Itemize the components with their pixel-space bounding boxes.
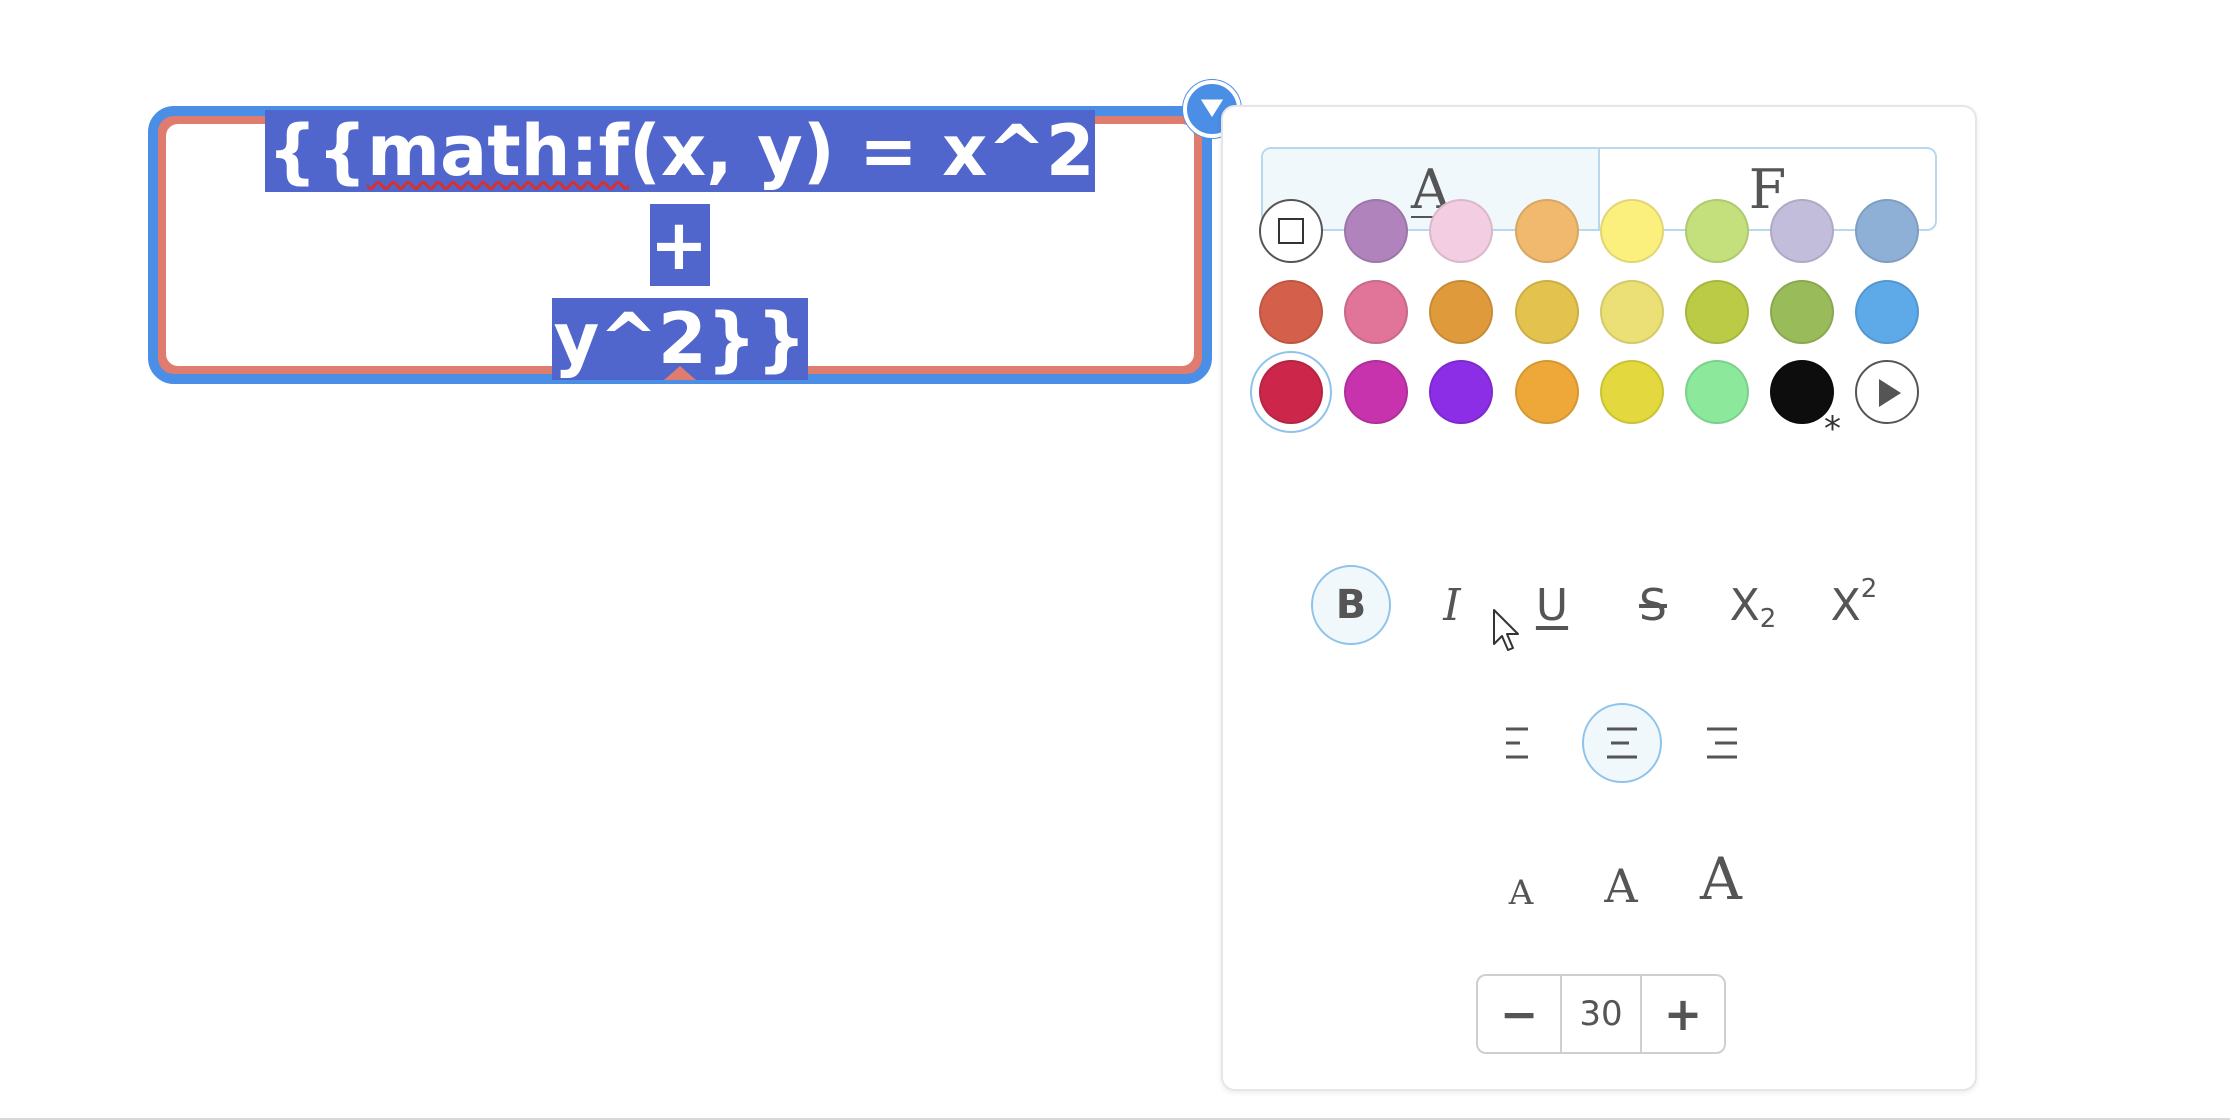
align-center-icon xyxy=(1607,727,1637,759)
strikethrough-label: S xyxy=(1639,579,1667,631)
font-size-stepper: − 30 + xyxy=(1476,974,1726,1054)
color-swatch[interactable] xyxy=(1344,280,1408,344)
subscript-button[interactable]: X2 xyxy=(1713,565,1793,645)
superscript-label: X xyxy=(1830,579,1861,631)
color-swatch[interactable] xyxy=(1685,360,1749,424)
color-swatch[interactable] xyxy=(1770,199,1834,263)
align-left-button[interactable] xyxy=(1481,703,1561,783)
color-swatch[interactable] xyxy=(1855,199,1919,263)
italic-button[interactable]: I xyxy=(1412,565,1492,645)
align-right-icon xyxy=(1707,727,1737,759)
color-swatch[interactable] xyxy=(1429,199,1493,263)
underline-label: U xyxy=(1535,579,1569,631)
subscript-label: X xyxy=(1729,579,1760,631)
text-segment: (x, y) = x^2 + xyxy=(628,110,1095,286)
font-size-value[interactable]: 30 xyxy=(1560,976,1642,1052)
strikethrough-button[interactable]: S xyxy=(1613,565,1693,645)
node-connector-notch xyxy=(664,366,696,380)
color-swatch[interactable] xyxy=(1600,360,1664,424)
square-icon xyxy=(1278,218,1304,244)
text-node[interactable]: {{math:f(x, y) = x^2 + y^2}} xyxy=(148,106,1212,384)
color-swatch[interactable] xyxy=(1515,280,1579,344)
large-text-size-button[interactable]: A xyxy=(1681,845,1761,913)
increase-font-size-button[interactable]: + xyxy=(1642,976,1724,1052)
text-segment: {{ xyxy=(267,110,368,192)
align-left-icon xyxy=(1506,727,1528,759)
size-label: A xyxy=(1508,873,1534,913)
text-node-content[interactable]: {{math:f(x, y) = x^2 + y^2}} xyxy=(250,104,1110,386)
medium-text-size-button[interactable]: A xyxy=(1581,847,1661,913)
selected-text-line-1: {{math:f(x, y) = x^2 + xyxy=(265,110,1095,286)
size-label: A xyxy=(1604,859,1638,913)
misspelled-word: math:f xyxy=(367,110,629,192)
size-label: A xyxy=(1700,845,1742,913)
color-swatch[interactable] xyxy=(1515,360,1579,424)
no-color-swatch[interactable] xyxy=(1259,199,1323,263)
align-center-button[interactable] xyxy=(1582,703,1662,783)
play-icon xyxy=(1879,379,1901,407)
small-text-size-button[interactable]: A xyxy=(1481,847,1561,913)
color-swatch[interactable] xyxy=(1344,360,1408,424)
color-swatch[interactable] xyxy=(1600,199,1664,263)
default-color-marker: * xyxy=(1824,409,1841,449)
italic-label: I xyxy=(1443,579,1461,631)
align-right-button[interactable] xyxy=(1682,703,1762,783)
superscript-digit: 2 xyxy=(1860,574,1878,604)
style-panel: A F * BIUSX2X2 AAA − 30 + xyxy=(1221,105,1977,1091)
decrease-font-size-button[interactable]: − xyxy=(1478,976,1560,1052)
bold-label: B xyxy=(1335,582,1367,628)
color-swatch[interactable] xyxy=(1600,280,1664,344)
text-node-editor[interactable]: {{math:f(x, y) = x^2 + y^2}} xyxy=(166,110,1194,380)
color-swatch[interactable] xyxy=(1429,280,1493,344)
bold-button[interactable]: B xyxy=(1311,565,1391,645)
color-swatch[interactable] xyxy=(1429,360,1493,424)
color-swatch[interactable] xyxy=(1259,280,1323,344)
color-swatch[interactable] xyxy=(1855,280,1919,344)
subscript-digit: 2 xyxy=(1759,604,1777,634)
color-swatch[interactable] xyxy=(1770,280,1834,344)
canvas[interactable]: {{math:f(x, y) = x^2 + y^2}} A F * BIUSX… xyxy=(0,0,2230,1120)
more-colors-button[interactable] xyxy=(1855,360,1919,424)
underline-button[interactable]: U xyxy=(1512,565,1592,645)
color-swatch[interactable] xyxy=(1344,199,1408,263)
color-swatch[interactable] xyxy=(1515,199,1579,263)
mouse-cursor-icon xyxy=(1493,609,1519,651)
superscript-button[interactable]: X2 xyxy=(1814,565,1894,645)
selected-color-ring xyxy=(1250,351,1332,433)
color-swatch[interactable] xyxy=(1685,280,1749,344)
color-swatch[interactable] xyxy=(1685,199,1749,263)
